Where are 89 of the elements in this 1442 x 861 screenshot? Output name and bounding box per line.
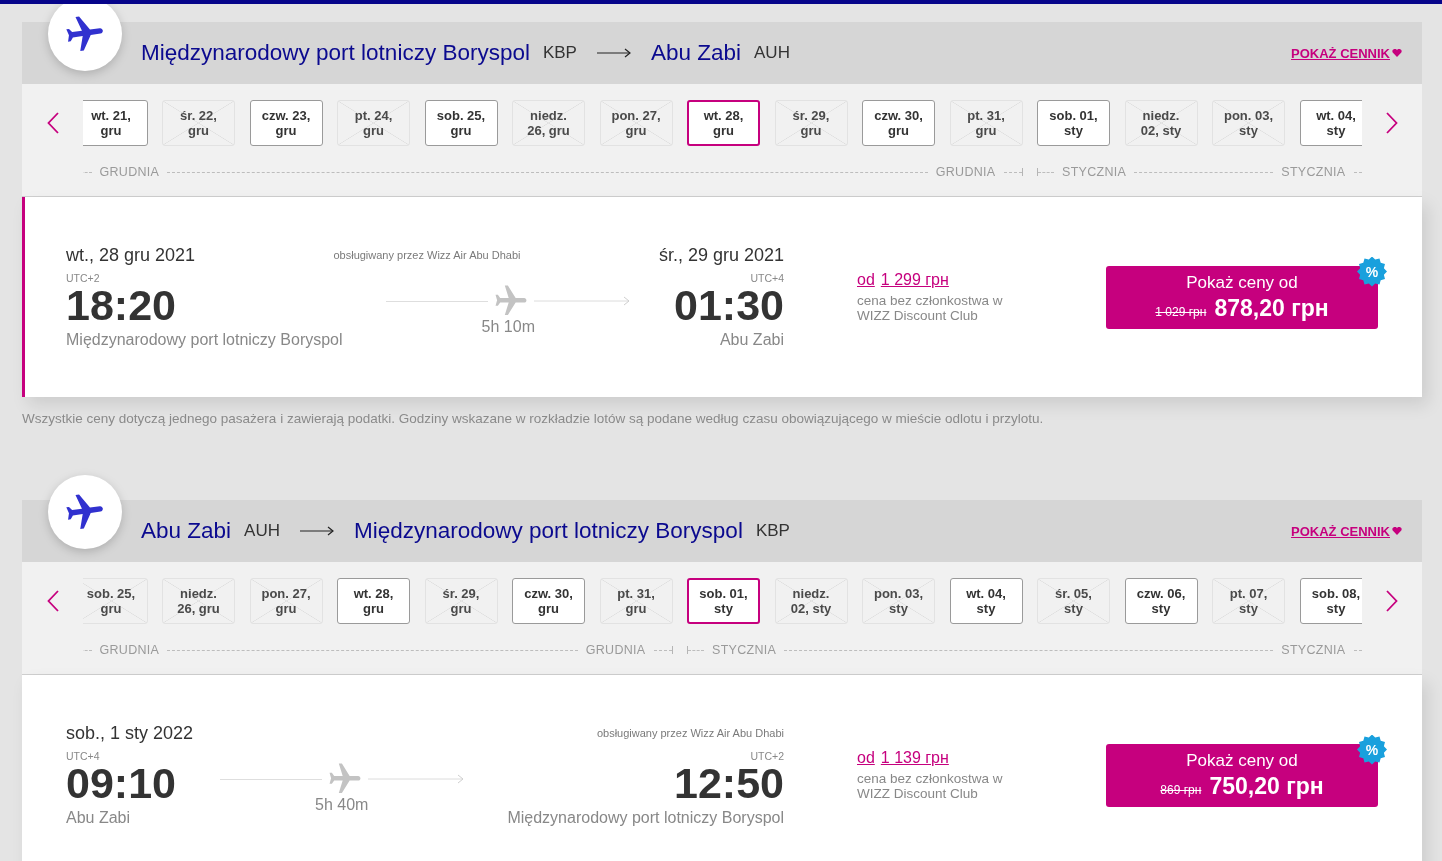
price-link[interactable]: 1 139 грн — [880, 749, 949, 767]
chevron-left-icon — [46, 112, 59, 134]
price-note: Wszystkie ceny dotyczą jednego pasażera i zawierają podatki. Godziny wskazane w rozkładzie lotów są podane według czasu obowiązującego w mieście odlotu i przylotu. — [22, 410, 1045, 427]
timezone-label: UTC+4 — [750, 272, 784, 284]
timezone-label: UTC+4 — [66, 750, 100, 762]
arrival-time: 12:50 — [674, 762, 784, 804]
date-button[interactable]: śr. 29, gru — [424, 578, 498, 624]
arrow-icon — [367, 774, 464, 784]
airport-code: AUH — [754, 43, 790, 63]
arrival-time: 01:30 — [674, 284, 784, 326]
date-button[interactable]: śr. 29, gru — [774, 100, 848, 146]
operator-note: obsługiwany przez Wizz Air Abu Dhabi — [596, 727, 784, 739]
date-button[interactable]: pt. 31, gru — [949, 100, 1023, 146]
date-button[interactable]: pon. 03, sty — [862, 578, 935, 624]
airport-name: Międzynarodowy port lotniczy Boryspol — [353, 518, 743, 544]
date-button[interactable]: śr. 05, sty — [1037, 578, 1110, 624]
from-link[interactable]: od — [857, 749, 875, 767]
city-name: Abu Zabi — [719, 330, 784, 350]
date-button[interactable]: pt. 07, sty — [1212, 578, 1285, 624]
city-name: Abu Zabi — [66, 808, 131, 828]
date-button[interactable]: sob. 25, gru — [424, 100, 498, 146]
from-link[interactable]: od — [857, 271, 875, 289]
date-button[interactable]: sob. 01, sty — [687, 578, 760, 624]
airport-name: Międzynarodowy port lotniczy Boryspol — [141, 40, 530, 66]
month-label: STYCZNIA — [1280, 165, 1347, 179]
flight-duration: 5h 10m — [481, 318, 535, 336]
date-button[interactable]: czw. 30, gru — [512, 578, 585, 624]
operator-note: obsługiwany przez Wizz Air Abu Dhabi — [333, 249, 521, 261]
discount-badge: % — [1357, 256, 1387, 287]
chevron-right-icon — [1386, 590, 1398, 612]
airport-name: Abu Zabi — [650, 40, 741, 66]
timezone-label: UTC+2 — [750, 750, 784, 762]
month-label: GRUDNIA — [584, 643, 647, 657]
date-button[interactable]: czw. 06, sty — [1124, 578, 1198, 624]
date-button[interactable]: wt. 28, gru — [337, 578, 410, 624]
date-button[interactable]: wt. 04, sty — [1299, 100, 1362, 146]
date-button[interactable]: pt. 31, gru — [599, 578, 673, 624]
date-button[interactable]: niedz. 02, sty — [1124, 100, 1198, 146]
airport-code: AUH — [244, 521, 280, 541]
date-button[interactable]: pon. 27, gru — [249, 578, 323, 624]
departure-date: wt., 28 gru 2021 — [66, 244, 196, 266]
date-button[interactable]: wt. 04, sty — [949, 578, 1023, 624]
date-button[interactable]: śr. 22, gru — [162, 100, 235, 146]
month-label: GRUDNIA — [934, 165, 997, 179]
departure-date: sob., 1 sty 2022 — [66, 722, 194, 744]
airport-code: KBP — [542, 43, 577, 63]
airplane-icon — [48, 475, 122, 549]
date-button[interactable]: pon. 27, gru — [599, 100, 673, 146]
airport-code: KBP — [755, 521, 790, 541]
date-button[interactable]: sob. 08, sty — [1299, 578, 1362, 624]
date-button[interactable]: czw. 23, gru — [249, 100, 323, 146]
heart-icon — [1392, 527, 1402, 535]
month-label: GRUDNIA — [98, 165, 161, 179]
discount-badge: % — [1357, 734, 1387, 765]
arrow-icon — [596, 48, 631, 58]
airplane-icon — [494, 284, 529, 318]
departure-time: 18:20 — [66, 284, 176, 326]
airplane-icon — [327, 762, 362, 796]
date-button[interactable]: pon. 03, sty — [1212, 100, 1285, 146]
flight-duration: 5h 40m — [315, 796, 369, 814]
date-button[interactable]: wt. 28, gru — [687, 100, 760, 146]
price-caption: cena bez członkostwa w WIZZ Discount Club — [857, 293, 1004, 323]
chevron-right-icon — [1386, 112, 1398, 134]
price-list-link[interactable]: POKAŻ CENNIK — [1291, 45, 1402, 61]
date-button[interactable]: niedz. 26, gru — [512, 100, 585, 146]
month-label: STYCZNIA — [1061, 165, 1128, 179]
date-button[interactable]: niedz. 02, sty — [774, 578, 848, 624]
city-name: Międzynarodowy port lotniczy Boryspol — [507, 808, 784, 828]
arrow-icon — [299, 526, 334, 536]
date-button[interactable]: niedz. 26, gru — [162, 578, 235, 624]
price-list-link[interactable]: POKAŻ CENNIK — [1291, 523, 1402, 539]
date-button[interactable]: sob. 01, sty — [1037, 100, 1110, 146]
city-name: Międzynarodowy port lotniczy Boryspol — [66, 330, 343, 350]
date-button[interactable]: sob. 25, gru — [83, 578, 148, 624]
price-link[interactable]: 1 299 грн — [880, 271, 949, 289]
departure-time: 09:10 — [66, 762, 176, 804]
timezone-label: UTC+2 — [66, 272, 100, 284]
price-caption: cena bez członkostwa w WIZZ Discount Club — [857, 771, 1004, 801]
arrow-icon — [534, 296, 631, 306]
airport-name: Abu Zabi — [141, 518, 232, 544]
heart-icon — [1392, 49, 1402, 57]
chevron-left-icon — [46, 590, 59, 612]
date-button[interactable]: czw. 30, gru — [862, 100, 935, 146]
date-button[interactable]: pt. 24, gru — [337, 100, 410, 146]
date-button[interactable]: wt. 21, gru — [83, 100, 148, 146]
month-label: GRUDNIA — [98, 643, 161, 657]
month-label: STYCZNIA — [1280, 643, 1347, 657]
month-label: STYCZNIA — [711, 643, 778, 657]
arrival-date: śr., 29 gru 2021 — [658, 244, 784, 266]
